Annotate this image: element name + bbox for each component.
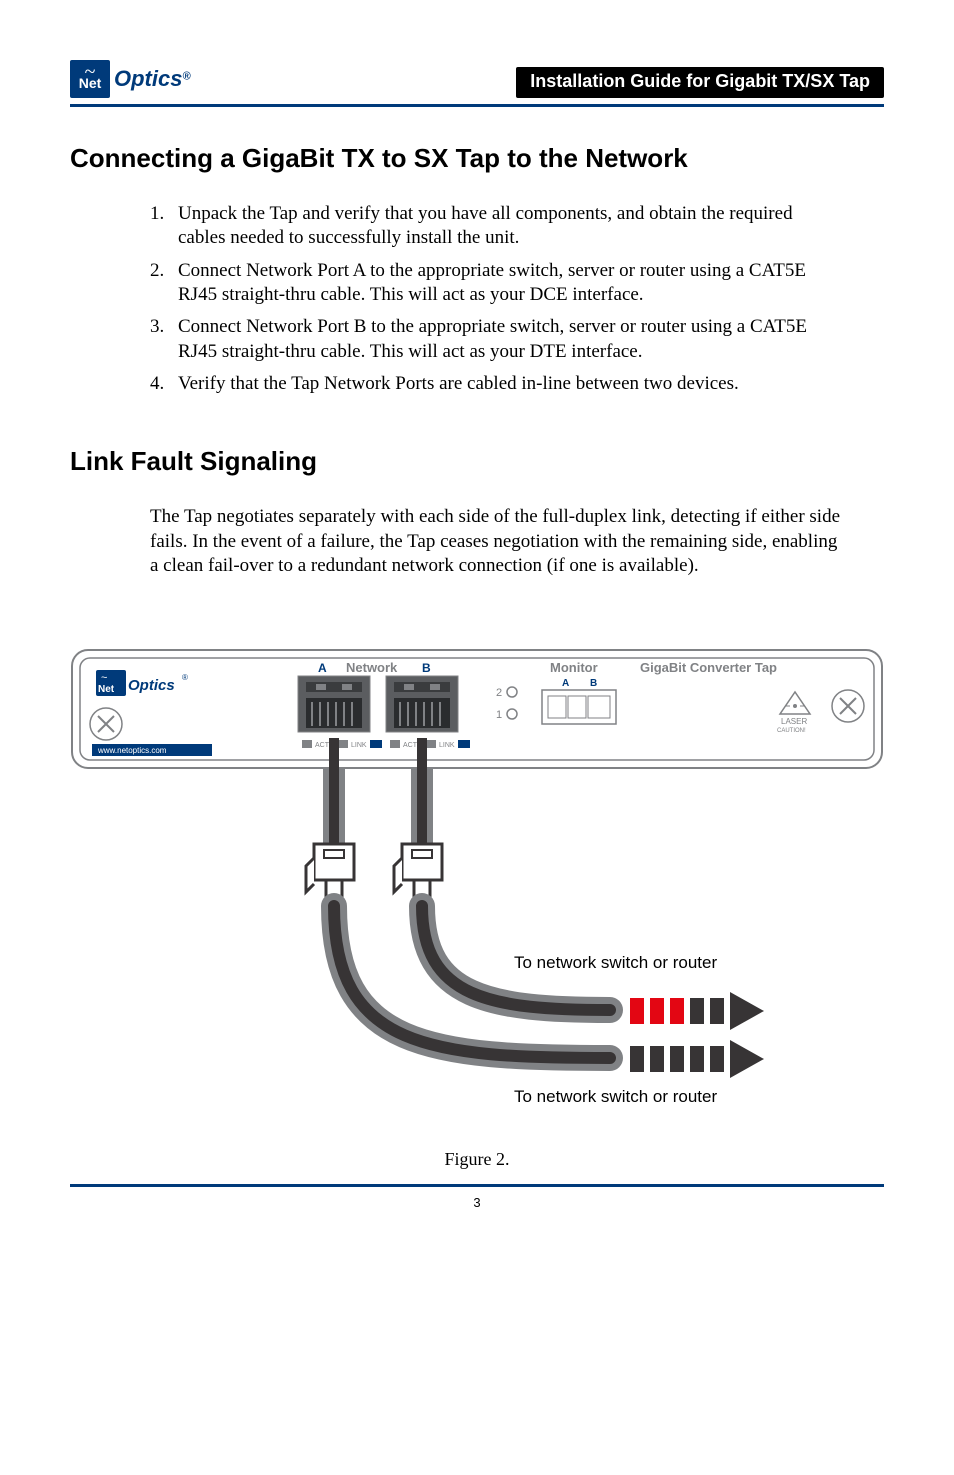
page-header: ~ Net Optics® Installation Guide for Gig… [70, 60, 884, 98]
svg-text:To network switch or router: To network switch or router [514, 953, 717, 972]
svg-text:Optics: Optics [128, 677, 175, 694]
network-arrow-bottom-icon [630, 1040, 764, 1078]
list-item: 4.Verify that the Tap Network Ports are … [150, 372, 844, 396]
svg-text:A: A [318, 661, 327, 675]
section-heading-link-fault: Link Fault Signaling [70, 446, 884, 477]
svg-text:1: 1 [496, 709, 502, 721]
brand-logo: ~ Net Optics® [70, 60, 191, 98]
svg-text:GigaBit Converter Tap: GigaBit Converter Tap [640, 660, 777, 675]
svg-text:Monitor: Monitor [550, 660, 598, 675]
svg-text:CAUTION!: CAUTION! [777, 728, 806, 734]
network-arrow-top-icon [630, 992, 764, 1030]
lfs-block: The Tap negotiates separately with each … [150, 505, 844, 578]
lfs-paragraph: The Tap negotiates separately with each … [150, 505, 844, 578]
svg-text:2: 2 [496, 687, 502, 699]
header-rule [70, 104, 884, 107]
svg-text:B: B [422, 661, 431, 675]
svg-text:~: ~ [101, 672, 107, 684]
install-steps-list: 1.Unpack the Tap and verify that you hav… [150, 202, 844, 396]
svg-text:LASER: LASER [781, 717, 807, 726]
figure-2: ~ Net Optics ® www.netoptics.com A Netwo… [70, 648, 884, 1170]
svg-text:Net: Net [98, 684, 115, 695]
network-port-b-icon [386, 676, 458, 732]
header-title-pill: Installation Guide for Gigabit TX/SX Tap [516, 67, 884, 98]
svg-text:www.netoptics.com: www.netoptics.com [97, 746, 167, 755]
logo-tilde-icon: ~ [85, 62, 96, 82]
svg-text:To network switch or router: To network switch or router [514, 1087, 717, 1106]
list-item: 1.Unpack the Tap and verify that you hav… [150, 202, 844, 251]
logo-mark: ~ Net [70, 60, 110, 98]
svg-text:A: A [562, 678, 569, 689]
logo-optics-text: Optics® [114, 66, 191, 92]
footer-rule [70, 1184, 884, 1187]
svg-text:B: B [590, 678, 597, 689]
list-item: 2.Connect Network Port A to the appropri… [150, 259, 844, 308]
figure-caption: Figure 2. [70, 1149, 884, 1170]
network-port-a-icon [298, 676, 370, 732]
svg-text:LINK: LINK [351, 742, 367, 749]
svg-text:Network: Network [346, 660, 398, 675]
steps-block: 1.Unpack the Tap and verify that you hav… [150, 202, 844, 396]
svg-text:ACT: ACT [403, 742, 418, 749]
svg-text:LINK: LINK [439, 742, 455, 749]
list-item: 3.Connect Network Port B to the appropri… [150, 315, 844, 364]
device-diagram-svg: ~ Net Optics ® www.netoptics.com A Netwo… [70, 648, 884, 1128]
svg-text:ACT: ACT [315, 742, 330, 749]
svg-text:®: ® [182, 673, 188, 682]
section-heading-connecting: Connecting a GigaBit TX to SX Tap to the… [70, 143, 884, 174]
page-number: 3 [70, 1195, 884, 1210]
